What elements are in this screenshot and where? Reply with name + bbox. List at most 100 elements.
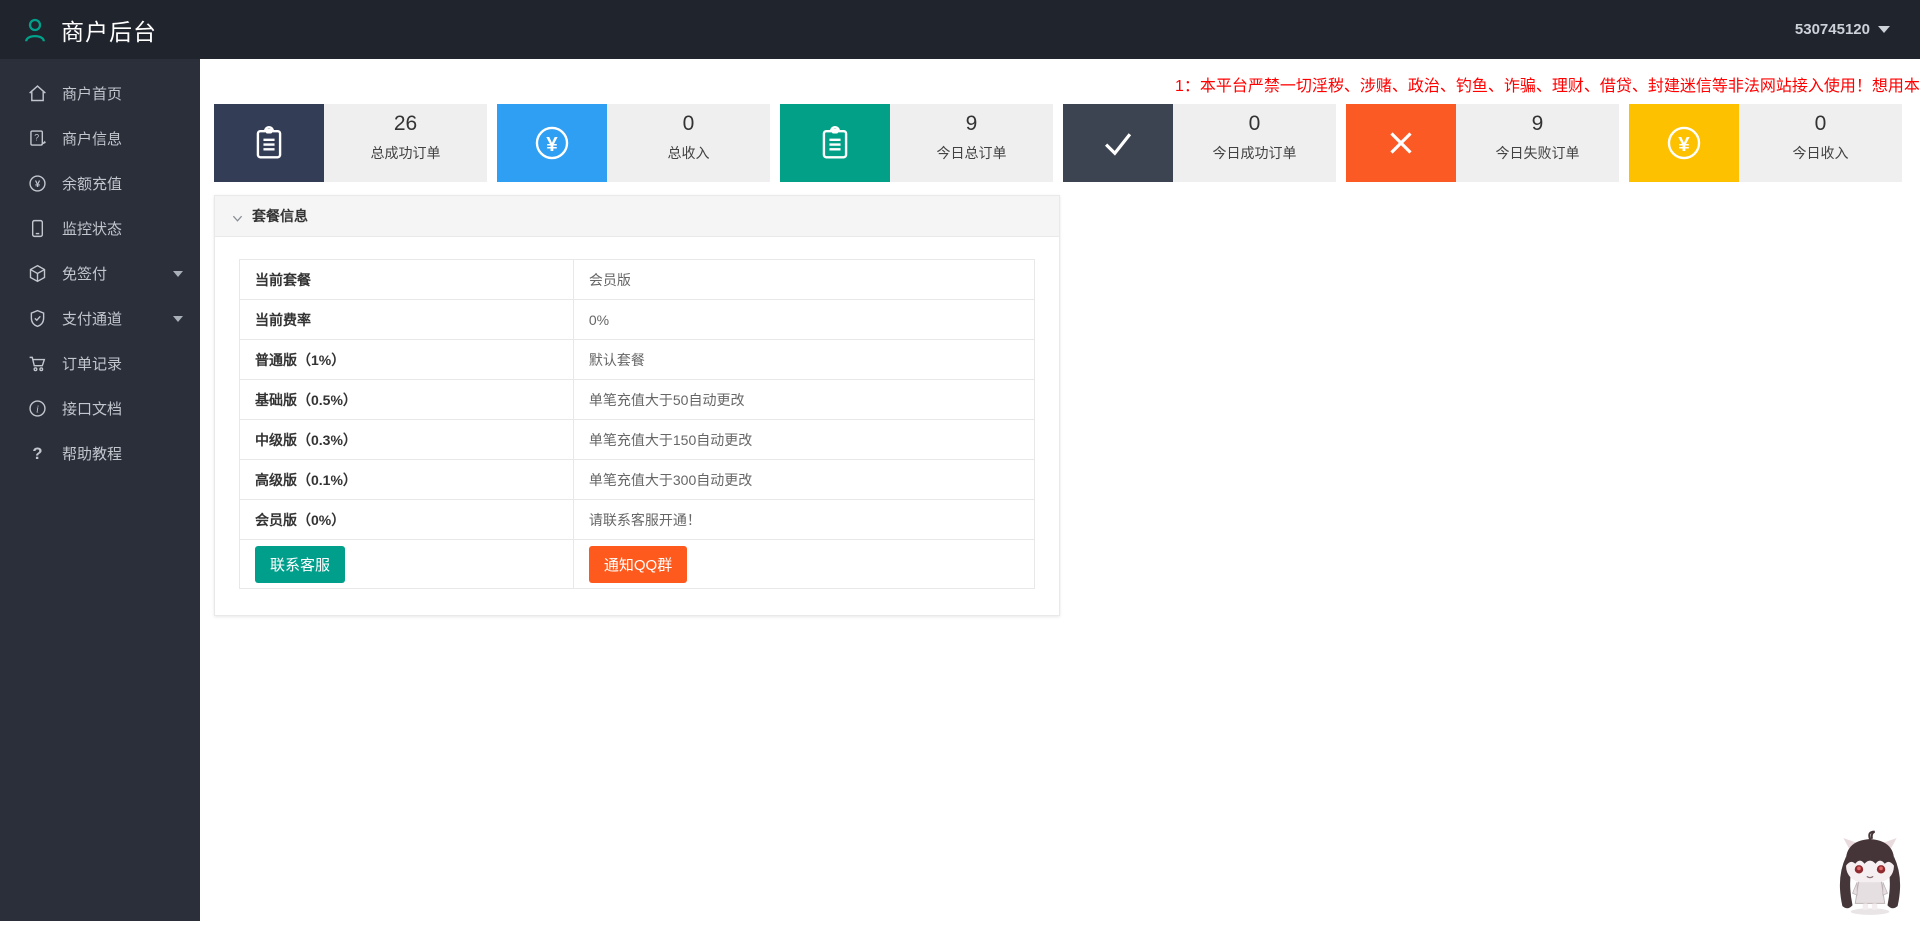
chibi-mascot-image[interactable] xyxy=(1824,826,1916,920)
sidebar-item-label: 接口文档 xyxy=(62,398,122,419)
svg-text:¥: ¥ xyxy=(35,179,41,190)
chevron-down-icon xyxy=(232,211,243,222)
yen-circle-icon: ¥ xyxy=(497,104,607,182)
package-info-header[interactable]: 套餐信息 xyxy=(215,196,1059,237)
doc-question-icon: ? xyxy=(27,128,48,149)
sidebar-item-no-sign-pay[interactable]: 免签付 xyxy=(0,251,200,296)
stat-cards-row: 26 总成功订单 ¥ 0 总收入 xyxy=(214,104,1902,182)
shield-check-icon xyxy=(27,308,48,329)
question-icon: ? xyxy=(27,443,48,464)
home-icon xyxy=(27,83,48,104)
check-icon xyxy=(1063,104,1173,182)
sidebar-item-merchant-home[interactable]: 商户首页 xyxy=(0,71,200,116)
package-info-panel: 套餐信息 当前套餐 会员版 当前费率 0% 普通版（1%） 默认套餐 xyxy=(214,195,1060,616)
x-icon xyxy=(1346,104,1456,182)
stat-label: 总成功订单 xyxy=(324,143,487,163)
cube-icon xyxy=(27,263,48,284)
main-content: 1：本平台严禁一切淫秽、涉赌、政治、钓鱼、诈骗、理财、借贷、封建迷信等非法网站接… xyxy=(200,59,1920,921)
stat-card-today-success-orders: 0 今日成功订单 xyxy=(1063,104,1336,182)
sidebar-item-monitor-status[interactable]: 监控状态 xyxy=(0,206,200,251)
row-label: 会员版（0%） xyxy=(240,500,574,540)
chevron-down-icon xyxy=(173,316,183,322)
clipboard-icon xyxy=(214,104,324,182)
contact-support-button[interactable]: 联系客服 xyxy=(255,546,345,583)
yen-circle-icon: ¥ xyxy=(27,173,48,194)
info-circle-icon: i xyxy=(27,398,48,419)
notify-qq-group-button[interactable]: 通知QQ群 xyxy=(589,546,687,583)
row-value: 单笔充值大于300自动更改 xyxy=(573,460,1034,500)
table-row-buttons: 联系客服 通知QQ群 xyxy=(240,540,1035,589)
brand: 商户后台 xyxy=(20,13,157,47)
stat-value: 0 xyxy=(1739,112,1902,136)
stat-value: 0 xyxy=(1173,112,1336,136)
table-row: 当前费率 0% xyxy=(240,300,1035,340)
user-menu[interactable]: 530745120 xyxy=(1795,21,1890,38)
table-row: 基础版（0.5%） 单笔充值大于50自动更改 xyxy=(240,380,1035,420)
table-row: 普通版（1%） 默认套餐 xyxy=(240,340,1035,380)
sidebar-item-label: 支付通道 xyxy=(62,308,122,329)
sidebar-item-merchant-info[interactable]: ? 商户信息 xyxy=(0,116,200,161)
stat-value: 9 xyxy=(890,112,1053,136)
stat-label: 今日收入 xyxy=(1739,143,1902,163)
stat-label: 今日总订单 xyxy=(890,143,1053,163)
chevron-down-icon xyxy=(173,271,183,277)
row-value: 单笔充值大于150自动更改 xyxy=(573,420,1034,460)
sidebar-item-payment-channel[interactable]: 支付通道 xyxy=(0,296,200,341)
svg-text:¥: ¥ xyxy=(1678,133,1690,156)
row-value: 单笔充值大于50自动更改 xyxy=(573,380,1034,420)
table-row: 高级版（0.1%） 单笔充值大于300自动更改 xyxy=(240,460,1035,500)
svg-text:?: ? xyxy=(32,444,42,463)
platform-warning-notice: 1：本平台严禁一切淫秽、涉赌、政治、钓鱼、诈骗、理财、借贷、封建迷信等非法网站接… xyxy=(1175,72,1920,94)
clipboard-icon xyxy=(780,104,890,182)
chevron-down-icon xyxy=(1878,26,1890,33)
sidebar-item-label: 商户首页 xyxy=(62,83,122,104)
sidebar-item-api-docs[interactable]: i 接口文档 xyxy=(0,386,200,431)
sidebar: 商户首页 ? 商户信息 ¥ 余额充值 监控状态 xyxy=(0,59,200,921)
cart-icon xyxy=(27,353,48,374)
svg-text:¥: ¥ xyxy=(546,133,558,156)
row-label: 当前费率 xyxy=(240,300,574,340)
stat-card-total-income: ¥ 0 总收入 xyxy=(497,104,770,182)
yen-circle-icon: ¥ xyxy=(1629,104,1739,182)
sidebar-item-label: 余额充值 xyxy=(62,173,122,194)
merchant-user-icon xyxy=(20,15,50,45)
sidebar-item-balance-recharge[interactable]: ¥ 余额充值 xyxy=(0,161,200,206)
table-row: 会员版（0%） 请联系客服开通！ xyxy=(240,500,1035,540)
svg-text:i: i xyxy=(36,404,39,415)
sidebar-item-label: 商户信息 xyxy=(62,128,122,149)
stat-label: 今日成功订单 xyxy=(1173,143,1336,163)
svg-text:?: ? xyxy=(34,132,39,142)
row-label: 基础版（0.5%） xyxy=(240,380,574,420)
stat-card-today-failed-orders: 9 今日失败订单 xyxy=(1346,104,1619,182)
rate-table: 当前套餐 会员版 当前费率 0% 普通版（1%） 默认套餐 基础版（0.5%） … xyxy=(239,259,1035,589)
page-title: 商户后台 xyxy=(61,13,157,47)
stat-card-today-total-orders: 9 今日总订单 xyxy=(780,104,1053,182)
sidebar-item-label: 免签付 xyxy=(62,263,107,284)
sidebar-item-help-tutorial[interactable]: ? 帮助教程 xyxy=(0,431,200,476)
sidebar-item-label: 订单记录 xyxy=(62,353,122,374)
phone-icon xyxy=(27,218,48,239)
table-row: 当前套餐 会员版 xyxy=(240,260,1035,300)
sidebar-item-order-records[interactable]: 订单记录 xyxy=(0,341,200,386)
stat-card-total-success-orders: 26 总成功订单 xyxy=(214,104,487,182)
user-id[interactable]: 530745120 xyxy=(1795,21,1870,38)
row-label: 当前套餐 xyxy=(240,260,574,300)
stat-card-today-income: ¥ 0 今日收入 xyxy=(1629,104,1902,182)
stat-label: 今日失败订单 xyxy=(1456,143,1619,163)
row-value: 会员版 xyxy=(573,260,1034,300)
stat-value: 9 xyxy=(1456,112,1619,136)
panel-title: 套餐信息 xyxy=(252,206,308,226)
row-label: 高级版（0.1%） xyxy=(240,460,574,500)
row-label: 中级版（0.3%） xyxy=(240,420,574,460)
stat-label: 总收入 xyxy=(607,143,770,163)
sidebar-item-label: 监控状态 xyxy=(62,218,122,239)
row-value: 默认套餐 xyxy=(573,340,1034,380)
stat-value: 0 xyxy=(607,112,770,136)
row-value: 请联系客服开通！ xyxy=(573,500,1034,540)
table-row: 中级版（0.3%） 单笔充值大于150自动更改 xyxy=(240,420,1035,460)
stat-value: 26 xyxy=(324,112,487,136)
sidebar-item-label: 帮助教程 xyxy=(62,443,122,464)
topbar: 商户后台 530745120 xyxy=(0,0,1920,59)
row-label: 普通版（1%） xyxy=(240,340,574,380)
row-value: 0% xyxy=(573,300,1034,340)
